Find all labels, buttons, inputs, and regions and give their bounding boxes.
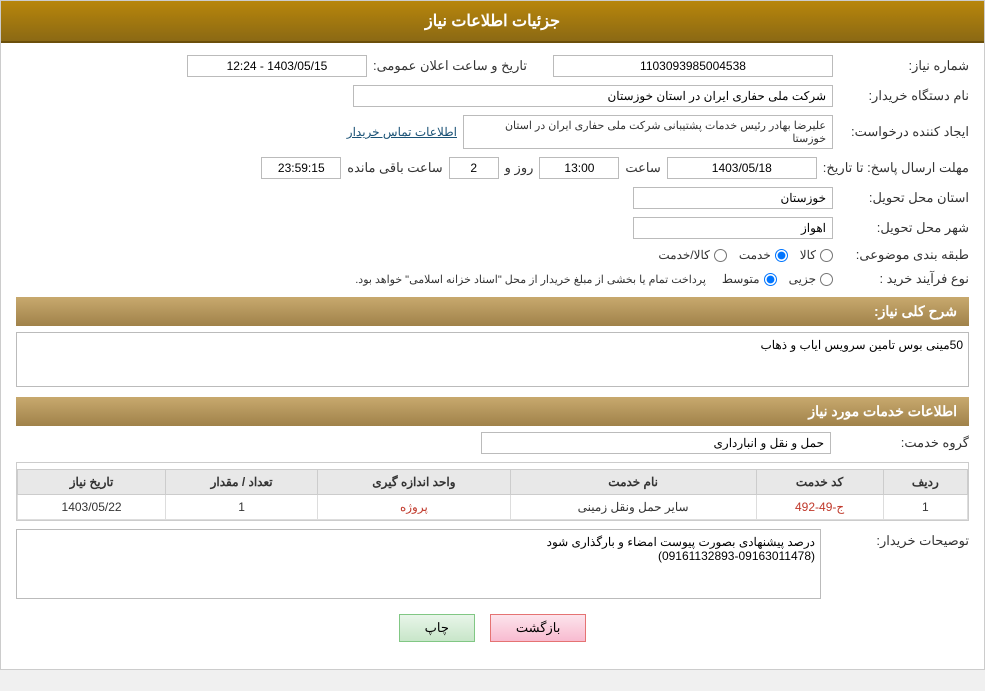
buyer-notes-label: توصیحات خریدار:	[829, 529, 969, 549]
services-section-header: اطلاعات خدمات مورد نیاز	[16, 397, 969, 426]
need-number-row: شماره نیاز: تاریخ و ساعت اعلان عمومی:	[16, 55, 969, 77]
col-row-num: ردیف	[883, 470, 967, 495]
col-service-name: نام خدمت	[510, 470, 756, 495]
content-area: شماره نیاز: تاریخ و ساعت اعلان عمومی: نا…	[1, 43, 984, 669]
city-row: شهر محل تحویل:	[16, 217, 969, 239]
buyer-org-label: نام دستگاه خریدار:	[839, 88, 969, 104]
services-section-title: اطلاعات خدمات مورد نیاز	[808, 403, 957, 419]
deadline-row: مهلت ارسال پاسخ: تا تاریخ: ساعت روز و سا…	[16, 157, 969, 179]
category-label: طبقه بندی موضوعی:	[839, 247, 969, 263]
city-input[interactable]	[633, 217, 833, 239]
service-group-input[interactable]	[481, 432, 831, 454]
purchase-jozii-label: جزیی	[789, 272, 816, 286]
city-label: شهر محل تحویل:	[839, 220, 969, 236]
category-kala-label: کالا	[800, 248, 816, 262]
remaining-label: ساعت باقی مانده	[347, 160, 442, 176]
province-row: استان محل تحویل:	[16, 187, 969, 209]
requester-label: ایجاد کننده درخواست:	[839, 124, 969, 140]
category-kala-khadamat-item: کالا/خدمت	[658, 248, 726, 262]
category-kala-radio[interactable]	[820, 249, 833, 262]
purchase-type-row: نوع فرآیند خرید : جزیی متوسط پرداخت تمام…	[16, 271, 969, 287]
need-number-label: شماره نیاز:	[839, 58, 969, 74]
page-title: جزئیات اطلاعات نیاز	[1, 1, 984, 43]
purchase-type-radio-group: جزیی متوسط	[722, 272, 833, 286]
col-service-code: کد خدمت	[756, 470, 883, 495]
cell-quantity: 1	[166, 495, 318, 520]
service-group-row: گروه خدمت:	[16, 432, 969, 454]
category-radio-group: کالا خدمت کالا/خدمت	[658, 248, 833, 262]
back-button[interactable]: بازگشت	[490, 614, 586, 642]
category-kala-item: کالا	[800, 248, 833, 262]
requester-value: علیرضا بهادر رئیس خدمات پشتیبانی شرکت مل…	[463, 115, 833, 149]
services-table: ردیف کد خدمت نام خدمت واحد اندازه گیری ت…	[17, 469, 968, 520]
cell-service-code: ج-49-492	[756, 495, 883, 520]
cell-unit: پروژه	[318, 495, 511, 520]
purchase-type-description: پرداخت تمام یا بخشی از مبلغ خریدار از مح…	[355, 273, 706, 286]
cell-service-name: سایر حمل ونقل زمینی	[510, 495, 756, 520]
days-label: روز و	[505, 160, 534, 176]
need-description-section-header: شرح کلی نیاز:	[16, 297, 969, 326]
col-quantity: تعداد / مقدار	[166, 470, 318, 495]
col-date: تاریخ نیاز	[18, 470, 166, 495]
category-kala-khadamat-radio[interactable]	[714, 249, 727, 262]
purchase-jozii-item: جزیی	[789, 272, 833, 286]
buyer-notes-textarea[interactable]	[16, 529, 821, 599]
cell-date: 1403/05/22	[18, 495, 166, 520]
requester-row: ایجاد کننده درخواست: علیرضا بهادر رئیس خ…	[16, 115, 969, 149]
deadline-label: مهلت ارسال پاسخ: تا تاریخ:	[823, 160, 969, 176]
need-description-section-title: شرح کلی نیاز:	[874, 303, 957, 319]
purchase-motevasset-radio[interactable]	[764, 273, 777, 286]
purchase-jozii-radio[interactable]	[820, 273, 833, 286]
province-input[interactable]	[633, 187, 833, 209]
announce-datetime-input[interactable]	[187, 55, 367, 77]
remaining-time-input[interactable]	[261, 157, 341, 179]
purchase-motevasset-label: متوسط	[722, 272, 760, 286]
deadline-date-input[interactable]	[667, 157, 817, 179]
buyer-org-row: نام دستگاه خریدار:	[16, 85, 969, 107]
print-button[interactable]: چاپ	[399, 614, 475, 642]
cell-row-num: 1	[883, 495, 967, 520]
buyer-org-input[interactable]	[353, 85, 833, 107]
need-number-input[interactable]	[553, 55, 833, 77]
table-row: 1 ج-49-492 سایر حمل ونقل زمینی پروژه 1 1…	[18, 495, 968, 520]
province-label: استان محل تحویل:	[839, 190, 969, 206]
page-wrapper: جزئیات اطلاعات نیاز شماره نیاز: تاریخ و …	[0, 0, 985, 670]
col-unit: واحد اندازه گیری	[318, 470, 511, 495]
purchase-motevasset-item: متوسط	[722, 272, 777, 286]
contact-info-link[interactable]: اطلاعات تماس خریدار	[347, 125, 457, 139]
services-table-container: ردیف کد خدمت نام خدمت واحد اندازه گیری ت…	[16, 462, 969, 521]
purchase-type-label: نوع فرآیند خرید :	[839, 271, 969, 287]
buttons-row: بازگشت چاپ	[16, 614, 969, 657]
days-value-input[interactable]	[449, 157, 499, 179]
buyer-notes-row: توصیحات خریدار:	[16, 529, 969, 599]
category-row: طبقه بندی موضوعی: کالا خدمت کالا/خدمت	[16, 247, 969, 263]
announce-datetime-label: تاریخ و ساعت اعلان عمومی:	[373, 58, 527, 74]
category-khadamat-radio[interactable]	[775, 249, 788, 262]
need-description-textarea[interactable]	[16, 332, 969, 387]
need-description-row: // Bind textarea value from JSON documen…	[16, 332, 969, 387]
deadline-time-label: ساعت	[625, 160, 660, 176]
service-group-label: گروه خدمت:	[839, 435, 969, 451]
category-kala-khadamat-label: کالا/خدمت	[658, 248, 709, 262]
deadline-time-input[interactable]	[539, 157, 619, 179]
category-khadamat-label: خدمت	[739, 248, 771, 262]
category-khadamat-item: خدمت	[739, 248, 788, 262]
